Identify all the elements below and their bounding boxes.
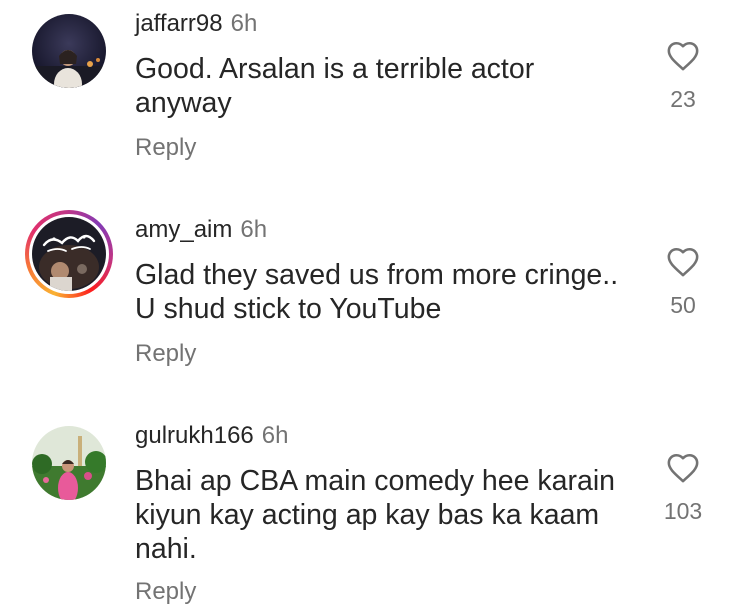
comment-item: amy_aim 6h Glad they saved us from more c… xyxy=(0,206,740,396)
comment-item: gulrukh166 6h Bhai ap CBA main comedy hee… xyxy=(0,412,740,605)
comment-text-line: Bhai ap CBA main comedy hee karain xyxy=(135,465,616,497)
avatar-image xyxy=(32,426,106,500)
comment-text-line: U shud stick to YouTube xyxy=(135,293,442,325)
like-control: 50 xyxy=(650,246,716,318)
comment-text-line: nahi. xyxy=(135,533,197,565)
comment-text: Bhai ap CBA main comedy hee karain kiyun… xyxy=(135,464,635,566)
comment-text-line: anyway xyxy=(135,87,232,119)
reply-button[interactable]: Reply xyxy=(135,340,196,368)
comment-meta: jaffarr98 6h xyxy=(135,10,257,38)
reply-button[interactable]: Reply xyxy=(135,578,196,606)
comment-item: jaffarr98 6h Good. Arsalan is a terrible … xyxy=(0,0,740,190)
username[interactable]: amy_aim xyxy=(135,216,232,243)
like-count: 103 xyxy=(663,498,703,524)
story-ring[interactable] xyxy=(25,210,113,298)
like-control: 103 xyxy=(650,452,716,524)
username[interactable]: jaffarr98 xyxy=(135,10,223,37)
like-count: 23 xyxy=(670,86,696,112)
timestamp: 6h xyxy=(261,422,289,449)
heart-outline-icon[interactable] xyxy=(666,40,700,72)
like-control: 23 xyxy=(650,40,716,112)
comment-text-line: Glad they saved us from more cringe.. xyxy=(135,259,619,291)
comment-meta: gulrukh166 6h xyxy=(135,422,288,450)
heart-outline-icon[interactable] xyxy=(666,452,700,484)
timestamp: 6h xyxy=(240,216,268,243)
avatar[interactable] xyxy=(32,217,106,291)
comment-text: Good. Arsalan is a terrible actor anyway xyxy=(135,52,635,120)
like-count: 50 xyxy=(670,292,696,318)
reply-button[interactable]: Reply xyxy=(135,134,196,162)
username[interactable]: gulrukh166 xyxy=(135,422,254,449)
avatar-image xyxy=(32,217,106,291)
heart-outline-icon[interactable] xyxy=(666,246,700,278)
avatar[interactable] xyxy=(32,426,106,500)
comment-meta: amy_aim 6h xyxy=(135,216,267,244)
avatar-image xyxy=(32,14,106,88)
comment-text-line: Good. Arsalan is a terrible actor xyxy=(135,53,535,85)
avatar[interactable] xyxy=(32,14,106,88)
comment-text-line: kiyun kay acting ap kay bas ka kaam xyxy=(135,499,600,531)
comment-text: Glad they saved us from more cringe.. U … xyxy=(135,258,655,326)
timestamp: 6h xyxy=(230,10,258,37)
